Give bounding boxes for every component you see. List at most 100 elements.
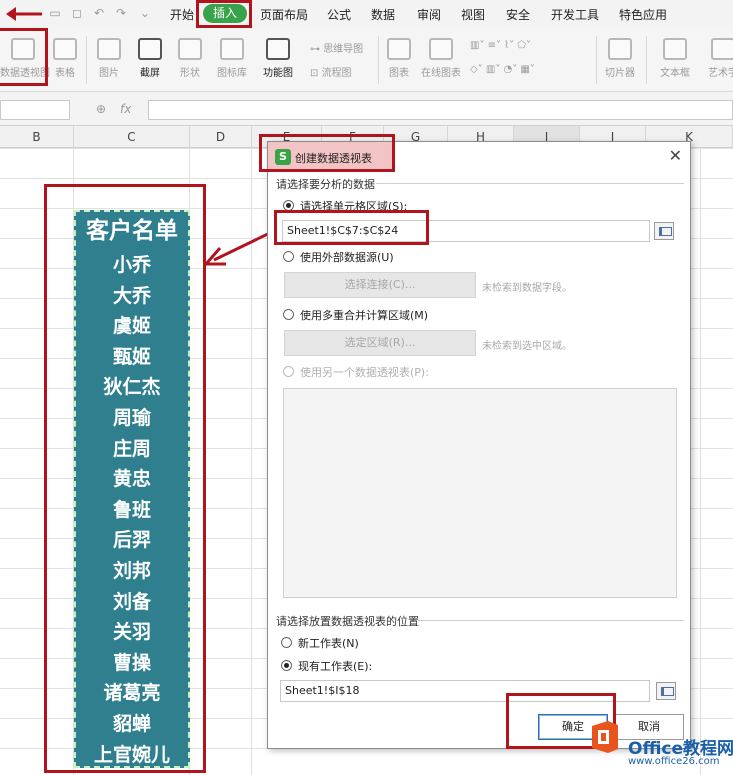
close-icon[interactable]: ✕ — [669, 147, 682, 165]
column-b[interactable]: B — [0, 126, 74, 148]
section-location-label: 请选择放置数据透视表的位置 — [276, 615, 419, 628]
formula-input[interactable] — [148, 100, 733, 120]
column-c[interactable]: C — [74, 126, 190, 148]
name-box[interactable] — [0, 100, 70, 120]
flowchart-icon: ⊡ — [310, 68, 322, 79]
other-pivot-label: 使用另一个数据透视表(P): — [300, 366, 429, 379]
online-chart-icon — [429, 38, 453, 60]
list-item[interactable]: 诸葛亮 — [76, 678, 188, 709]
textbox-icon — [663, 38, 687, 60]
list-item[interactable]: 刘邦 — [76, 556, 188, 587]
divider — [86, 36, 87, 84]
chevron-down-icon[interactable]: ⌄ — [138, 6, 152, 20]
column-d[interactable]: D — [190, 126, 252, 148]
chart-icon — [387, 38, 411, 60]
no-region-hint: 未检索到选中区域。 — [482, 341, 572, 352]
list-item[interactable]: 鲁班 — [76, 495, 188, 526]
picture-icon — [97, 38, 121, 60]
ribbon: 数据透视图 表格 图片 截屏 形状 图标库 功能图 ⊶ 思维导图 ⊡ 流程图 图… — [0, 28, 733, 92]
art-text-icon — [711, 38, 733, 60]
chart-button[interactable]: 图表 — [384, 38, 414, 79]
watermark: Office教程网 www.office26.com — [582, 712, 733, 775]
cell-range-highlight — [274, 210, 429, 245]
location-picker-button[interactable] — [656, 682, 676, 700]
fx-icon[interactable]: fx — [120, 102, 131, 116]
tab-developer[interactable]: 开发工具 — [551, 6, 599, 23]
mindmap-button[interactable]: ⊶ 思维导图 — [310, 40, 363, 55]
divider — [378, 36, 379, 84]
list-item[interactable]: 曹操 — [76, 648, 188, 679]
divider — [646, 36, 647, 84]
list-item[interactable]: 貂蝉 — [76, 709, 188, 740]
tab-view[interactable]: 视图 — [461, 6, 485, 23]
office-logo-icon — [592, 721, 618, 753]
no-fields-hint: 未检索到数据字段。 — [482, 283, 572, 294]
tab-review[interactable]: 审阅 — [417, 6, 441, 23]
shape-icon — [178, 38, 202, 60]
new-sheet-label: 新工作表(N) — [298, 637, 359, 650]
list-item[interactable]: 后羿 — [76, 525, 188, 556]
divider — [596, 36, 597, 84]
chart-types-row2[interactable]: ◇˅ ▥˅ ◔˅ ▦˅ — [470, 64, 535, 75]
picture-button[interactable]: 图片 — [92, 38, 126, 79]
tab-home[interactable]: 开始 — [170, 6, 194, 23]
insert-tab-highlight — [196, 0, 252, 28]
icon-library-button[interactable]: 图标库 — [214, 38, 250, 79]
pivot-table-highlight — [0, 28, 48, 86]
existing-sheet-label: 现有工作表(E): — [298, 660, 373, 673]
multi-consolidate-label: 使用多重合并计算区域(M) — [300, 309, 429, 322]
slicer-icon — [608, 38, 632, 60]
radio-other-pivot[interactable] — [283, 366, 294, 377]
menu-bar: ▭ ◻ ↶ ↷ ⌄ 开始 插入 页面布局 公式 数据 审阅 视图 安全 开发工具… — [0, 0, 733, 28]
art-text-button[interactable]: 艺术字 — [703, 38, 733, 79]
list-item[interactable]: 黄忠 — [76, 464, 188, 495]
icon-library-icon — [220, 38, 244, 60]
list-item[interactable]: 大乔 — [76, 281, 188, 312]
online-chart-button[interactable]: 在线图表 — [418, 38, 464, 79]
list-item[interactable]: 庄周 — [76, 434, 188, 465]
select-region-button[interactable]: 选定区域(R)... — [284, 330, 476, 356]
list-title[interactable]: 客户名单 — [76, 212, 188, 250]
list-item[interactable]: 刘备 — [76, 587, 188, 618]
watermark-url: www.office26.com — [628, 756, 720, 767]
mindmap-icon: ⊶ — [310, 44, 324, 55]
preview-icon[interactable]: ◻ — [70, 6, 84, 20]
radio-multi-consolidate[interactable] — [283, 309, 294, 320]
tab-formulas[interactable]: 公式 — [327, 6, 351, 23]
crop-icon — [138, 38, 162, 60]
tab-special-apps[interactable]: 特色应用 — [619, 6, 667, 23]
zoom-icon[interactable]: ⊕ — [96, 102, 106, 116]
chart-types-row1[interactable]: ▥˅ ≡˅ ⌇˅ ⬠˅ — [470, 40, 531, 51]
section-source-label: 请选择要分析的数据 — [276, 178, 375, 191]
textbox-button[interactable]: 文本框 — [652, 38, 698, 79]
range-picker-button[interactable] — [654, 222, 674, 240]
dialog-title-highlight — [259, 134, 395, 172]
slicer-button[interactable]: 切片器 — [602, 38, 638, 79]
formula-bar: ⊕ fx — [0, 92, 733, 126]
radio-external-source[interactable] — [283, 251, 294, 262]
select-connection-button[interactable]: 选择连接(C)... — [284, 272, 476, 298]
print-icon[interactable]: ▭ — [48, 6, 62, 20]
tab-security[interactable]: 安全 — [506, 6, 530, 23]
screenshot-button[interactable]: 截屏 — [134, 38, 166, 79]
shape-button[interactable]: 形状 — [174, 38, 206, 79]
radio-new-sheet[interactable] — [281, 637, 292, 648]
pivot-list[interactable] — [283, 388, 677, 598]
tab-page-layout[interactable]: 页面布局 — [260, 6, 308, 23]
table-button[interactable]: 表格 — [50, 38, 80, 79]
list-item[interactable]: 小乔 — [76, 250, 188, 281]
flowchart-button[interactable]: ⊡ 流程图 — [310, 64, 352, 79]
list-item[interactable]: 虞姬 — [76, 311, 188, 342]
radio-existing-sheet[interactable] — [281, 660, 292, 671]
list-item[interactable]: 周瑜 — [76, 403, 188, 434]
list-item[interactable]: 关羽 — [76, 617, 188, 648]
list-item[interactable]: 上官婉儿 — [76, 740, 188, 771]
list-item[interactable]: 甄姬 — [76, 342, 188, 373]
undo-icon[interactable]: ↶ — [92, 6, 106, 20]
customer-list[interactable]: 客户名单 小乔 大乔 虞姬 甄姬 狄仁杰 周瑜 庄周 黄忠 鲁班 后羿 刘邦 刘… — [74, 210, 190, 768]
tab-data[interactable]: 数据 — [371, 6, 395, 23]
function-chart-button[interactable]: 功能图 — [258, 38, 298, 79]
redo-icon[interactable]: ↷ — [114, 6, 128, 20]
list-item[interactable]: 狄仁杰 — [76, 372, 188, 403]
back-arrow-icon — [6, 7, 42, 21]
